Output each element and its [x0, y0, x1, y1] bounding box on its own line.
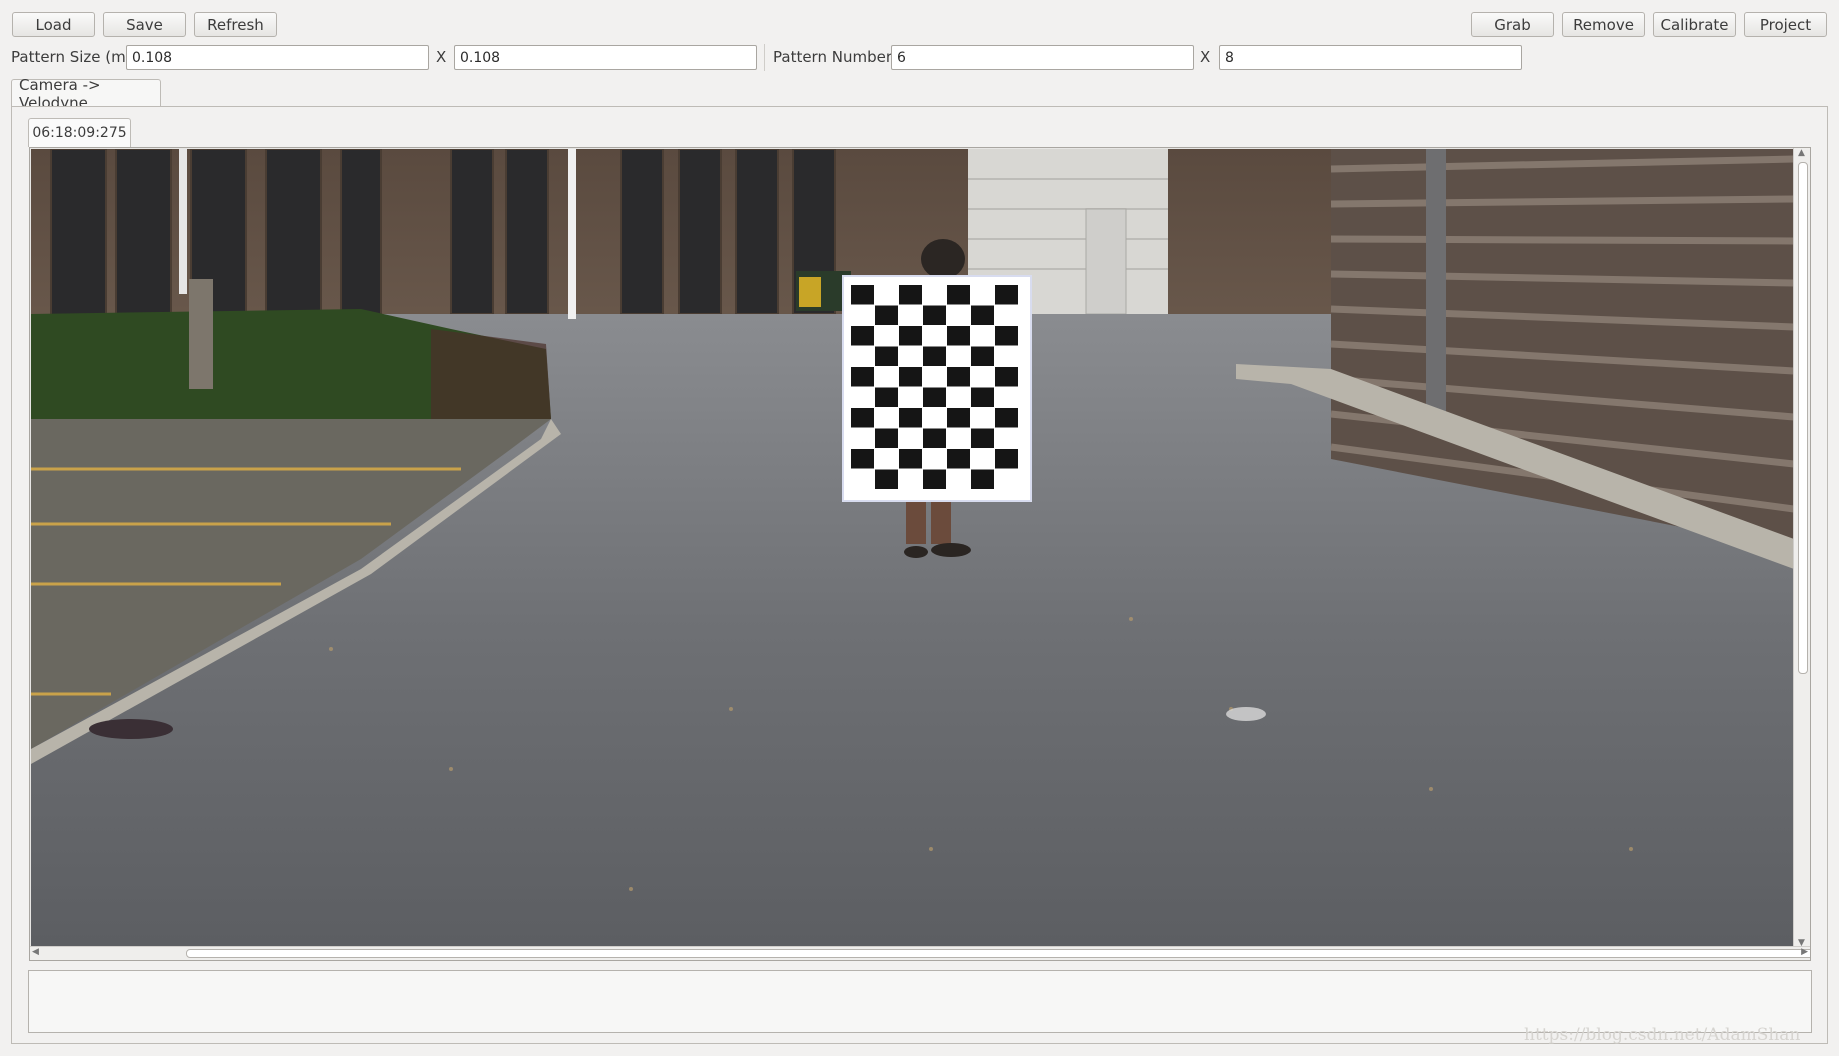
scroll-up-icon[interactable]: ▲ — [1798, 148, 1805, 158]
checkerboard-square — [995, 285, 1018, 305]
tab-frame-timestamp[interactable]: 06:18:09:275 — [28, 118, 131, 147]
checkerboard-square — [875, 346, 898, 366]
checkerboard-square — [971, 346, 994, 366]
checkerboard-square — [947, 408, 970, 428]
pattern-size-label: Pattern Size (m) — [11, 48, 132, 66]
checkerboard-square — [923, 428, 946, 448]
checkerboard-square — [899, 449, 922, 469]
checkerboard-square — [899, 408, 922, 428]
pattern-number-x-input[interactable] — [891, 45, 1194, 70]
checkerboard-square — [875, 305, 898, 325]
checkerboard-square — [923, 346, 946, 366]
horizontal-scroll-thumb[interactable] — [186, 949, 1810, 958]
field-divider — [764, 44, 765, 71]
checkerboard-square — [899, 367, 922, 387]
checkerboard-square — [923, 469, 946, 489]
checkerboard-square — [875, 428, 898, 448]
pattern-size-separator: X — [436, 48, 447, 66]
checkerboard-square — [899, 326, 922, 346]
vertical-scroll-thumb[interactable] — [1798, 162, 1808, 674]
pattern-number-separator: X — [1200, 48, 1211, 66]
checkerboard-square — [851, 285, 874, 305]
scroll-right-icon[interactable]: ▶ — [1801, 947, 1808, 957]
checkerboard-square — [875, 469, 898, 489]
calibrate-button[interactable]: Calibrate — [1653, 12, 1736, 37]
checkerboard-square — [971, 305, 994, 325]
horizontal-scrollbar[interactable]: ◀ ▶ — [30, 946, 1810, 960]
checkerboard-square — [995, 367, 1018, 387]
checkerboard-square — [995, 449, 1018, 469]
checkerboard-square — [923, 387, 946, 407]
grab-button[interactable]: Grab — [1471, 12, 1554, 37]
checkerboard-square — [947, 367, 970, 387]
checkerboard-square — [995, 408, 1018, 428]
checkerboard-square — [971, 469, 994, 489]
checkerboard-square — [923, 305, 946, 325]
scroll-left-icon[interactable]: ◀ — [32, 947, 39, 957]
project-button[interactable]: Project — [1744, 12, 1827, 37]
checkerboard-square — [851, 367, 874, 387]
checkerboard-square — [851, 408, 874, 428]
output-log-panel[interactable] — [28, 970, 1812, 1033]
checkerboard — [842, 275, 1032, 502]
vertical-scrollbar[interactable]: ▲ ▼ — [1793, 148, 1810, 948]
checkerboard-square — [851, 449, 874, 469]
checkerboard-square — [971, 428, 994, 448]
pattern-size-x-input[interactable] — [126, 45, 429, 70]
save-button[interactable]: Save — [103, 12, 186, 37]
remove-button[interactable]: Remove — [1562, 12, 1645, 37]
tab-camera-velodyne[interactable]: Camera -> Velodyne — [11, 76, 161, 112]
checkerboard-square — [851, 326, 874, 346]
checkerboard-square — [947, 326, 970, 346]
pattern-size-y-input[interactable] — [454, 45, 757, 70]
refresh-button[interactable]: Refresh — [194, 12, 277, 37]
load-button[interactable]: Load — [12, 12, 95, 37]
pattern-number-label: Pattern Number — [773, 48, 892, 66]
checkerboard-square — [875, 387, 898, 407]
pattern-number-y-input[interactable] — [1219, 45, 1522, 70]
image-viewer[interactable]: ▲ ▼ ◀ ▶ — [29, 147, 1811, 961]
camera-frame-icon — [31, 149, 1794, 947]
checkerboard-square — [899, 285, 922, 305]
checkerboard-square — [947, 285, 970, 305]
checkerboard-square — [995, 326, 1018, 346]
checkerboard-square — [971, 387, 994, 407]
watermark-text: https://blog.csdn.net/AdamShan — [1524, 1025, 1801, 1045]
camera-frame-image — [31, 149, 1794, 947]
checkerboard-square — [947, 449, 970, 469]
